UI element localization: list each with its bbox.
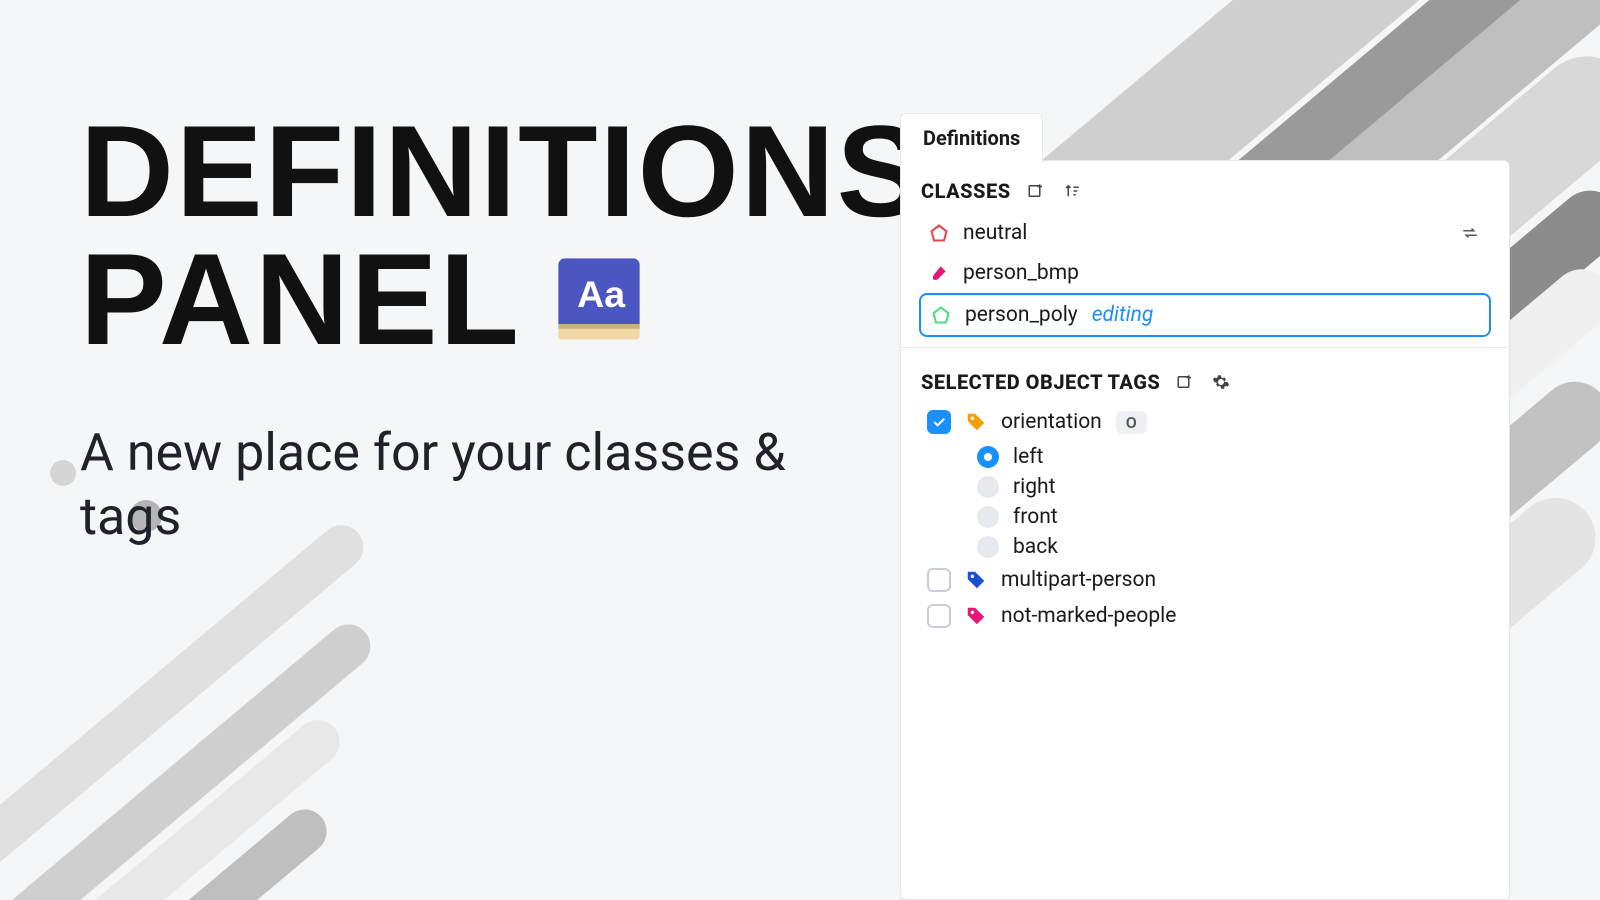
swap-arrows-icon[interactable] — [1459, 222, 1481, 244]
tag-row-orientation[interactable]: orientation O — [919, 404, 1491, 440]
tag-checkbox[interactable] — [927, 410, 951, 434]
tag-name-label: orientation — [1001, 410, 1102, 434]
option-label: right — [1013, 475, 1055, 499]
class-row-neutral[interactable]: neutral — [919, 213, 1491, 253]
tag-icon — [965, 605, 987, 627]
tag-option-front[interactable]: front — [969, 502, 1491, 532]
class-name-label: neutral — [963, 221, 1027, 245]
editing-indicator: editing — [1092, 303, 1154, 327]
tags-section-header: SELECTED OBJECT TAGS — [919, 366, 1491, 404]
tag-option-back[interactable]: back — [969, 532, 1491, 562]
definitions-panel: Definitions CLASSES neutral person_bmp p… — [900, 160, 1510, 900]
classes-section-header: CLASSES — [919, 175, 1491, 213]
hero-title-line2: Panel — [80, 238, 521, 362]
brush-icon — [929, 263, 949, 283]
tag-option-left[interactable]: left — [969, 442, 1491, 472]
tag-icon — [965, 411, 987, 433]
tag-row-not-marked-people[interactable]: not-marked-people — [919, 598, 1491, 634]
section-divider — [901, 347, 1509, 348]
pentagon-icon — [931, 305, 951, 325]
option-label: back — [1013, 535, 1058, 559]
option-label: front — [1013, 505, 1058, 529]
tag-checkbox[interactable] — [927, 604, 951, 628]
tag-options: left right front back — [919, 442, 1491, 562]
option-label: left — [1013, 445, 1043, 469]
class-row-person_bmp[interactable]: person_bmp — [919, 253, 1491, 293]
hero-subtitle: A new place for your classes & tags — [80, 421, 800, 550]
svg-text:Aa: Aa — [577, 273, 626, 315]
tab-label: Definitions — [923, 126, 1020, 150]
sort-classes-icon[interactable] — [1061, 180, 1083, 202]
add-class-icon[interactable] — [1025, 180, 1047, 202]
add-tag-icon[interactable] — [1174, 371, 1196, 393]
tag-icon — [965, 569, 987, 591]
radio-button[interactable] — [977, 536, 999, 558]
class-name-label: person_poly — [965, 303, 1078, 327]
tag-option-right[interactable]: right — [969, 472, 1491, 502]
dictionary-book-icon: Aa — [549, 249, 649, 349]
tags-header-label: SELECTED OBJECT TAGS — [921, 370, 1160, 394]
tab-definitions[interactable]: Definitions — [900, 113, 1043, 162]
class-name-label: person_bmp — [963, 261, 1079, 285]
radio-button[interactable] — [977, 476, 999, 498]
radio-button[interactable] — [977, 506, 999, 528]
classes-header-label: CLASSES — [921, 179, 1011, 203]
pentagon-icon — [929, 223, 949, 243]
tag-settings-icon[interactable] — [1210, 371, 1232, 393]
radio-button[interactable] — [977, 446, 999, 468]
tag-name-label: multipart-person — [1001, 568, 1156, 592]
hero: Definitions Panel Aa A new place for you… — [80, 110, 800, 550]
class-row-person_poly[interactable]: person_poly editing — [919, 293, 1491, 337]
tag-name-label: not-marked-people — [1001, 604, 1176, 628]
tag-row-multipart-person[interactable]: multipart-person — [919, 562, 1491, 598]
tag-checkbox[interactable] — [927, 568, 951, 592]
tag-type-badge: O — [1116, 411, 1147, 434]
hero-title-line1: Definitions — [80, 110, 800, 234]
